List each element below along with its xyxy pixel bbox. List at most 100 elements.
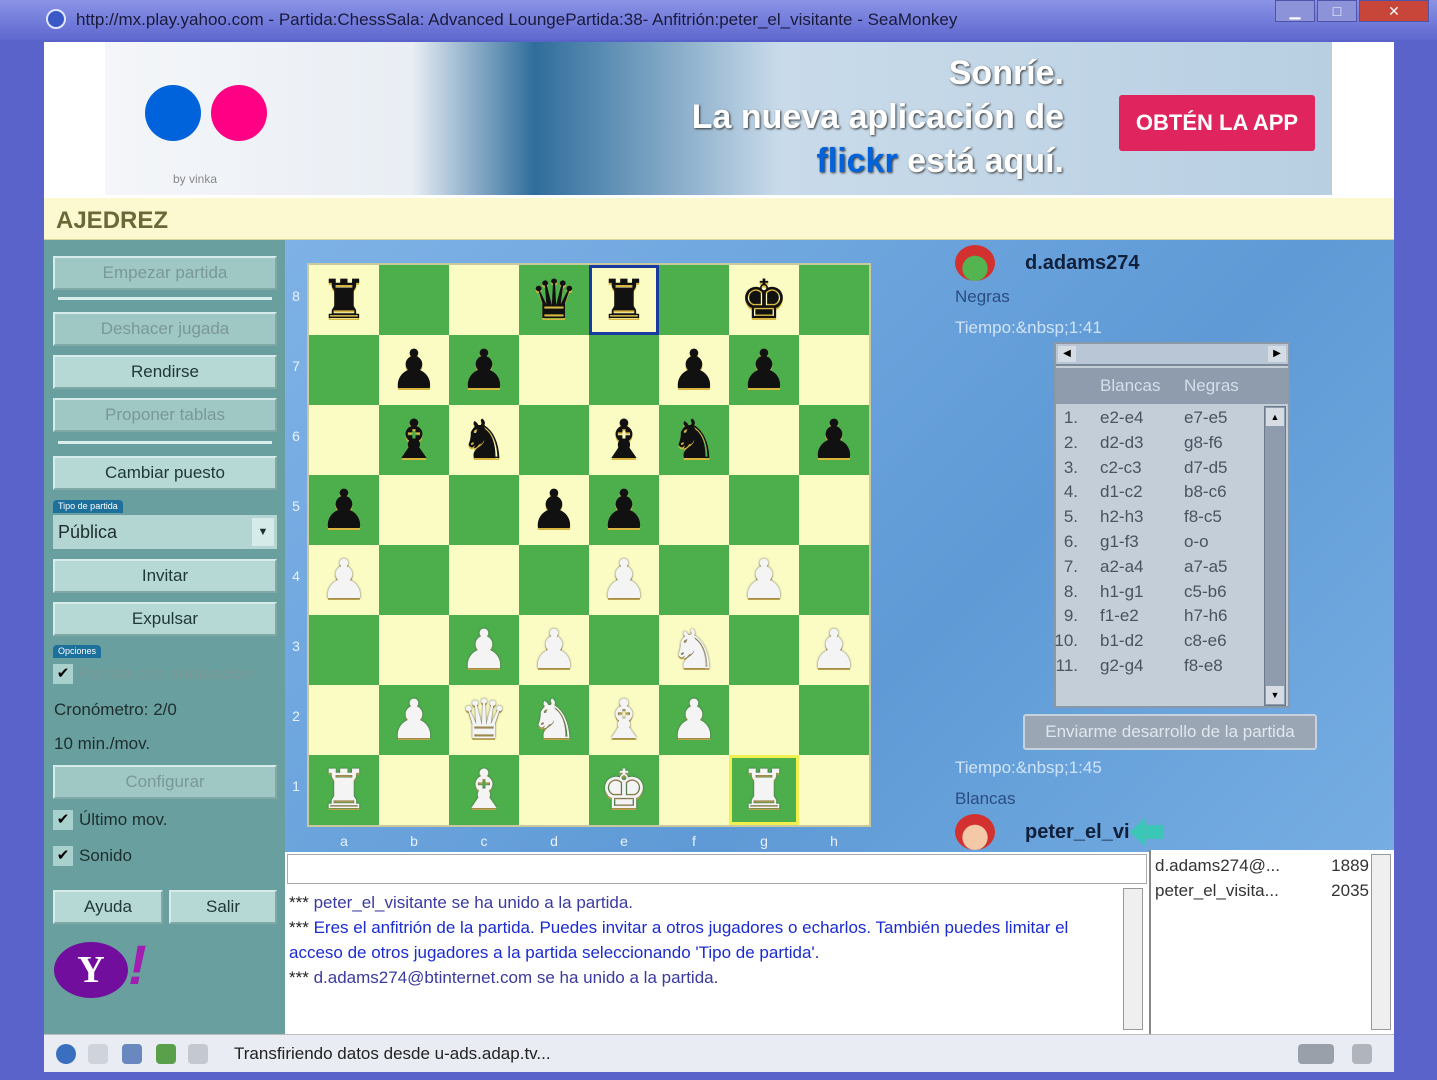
invite-button[interactable]: Invitar — [53, 559, 277, 593]
square-g2[interactable] — [729, 685, 799, 755]
square-f4[interactable] — [659, 545, 729, 615]
square-h3[interactable]: ♟ — [799, 615, 869, 685]
black-knight-icon[interactable]: ♞ — [670, 413, 718, 467]
white-pawn-icon[interactable]: ♟ — [670, 693, 718, 747]
square-d4[interactable] — [519, 545, 589, 615]
offer-draw-button[interactable]: Proponer tablas — [53, 398, 277, 432]
black-pawn-icon[interactable]: ♟ — [670, 343, 718, 397]
square-c7[interactable]: ♟ — [449, 335, 519, 405]
white-pawn-icon[interactable]: ♟ — [740, 553, 788, 607]
black-pawn-icon[interactable]: ♟ — [530, 483, 578, 537]
exit-button[interactable]: Salir — [169, 890, 277, 924]
square-e3[interactable] — [589, 615, 659, 685]
square-e8[interactable]: ♜ — [589, 265, 659, 335]
mail-icon[interactable] — [88, 1044, 108, 1064]
square-b1[interactable] — [379, 755, 449, 825]
rated-checkbox[interactable]: ✔ Partida con puntuación — [53, 664, 253, 684]
user-row[interactable]: d.adams274@... 1889 — [1155, 856, 1375, 880]
square-f6[interactable]: ♞ — [659, 405, 729, 475]
square-b4[interactable] — [379, 545, 449, 615]
white-pawn-icon[interactable]: ♟ — [530, 623, 578, 677]
square-c3[interactable]: ♟ — [449, 615, 519, 685]
chevron-down-icon[interactable]: ▼ — [252, 518, 274, 546]
black-queen-icon[interactable]: ♛ — [530, 273, 578, 327]
square-d2[interactable]: ♞ — [519, 685, 589, 755]
square-h2[interactable] — [799, 685, 869, 755]
square-h4[interactable] — [799, 545, 869, 615]
square-d6[interactable] — [519, 405, 589, 475]
square-h7[interactable] — [799, 335, 869, 405]
email-game-button[interactable]: Enviarme desarrollo de la partida — [1023, 714, 1317, 750]
square-c4[interactable] — [449, 545, 519, 615]
minimize-button[interactable]: ▁ — [1275, 0, 1315, 22]
square-g4[interactable]: ♟ — [729, 545, 799, 615]
square-e5[interactable]: ♟ — [589, 475, 659, 545]
square-g8[interactable]: ♚ — [729, 265, 799, 335]
game-type-select[interactable]: Pública ▼ — [53, 515, 277, 549]
square-e2[interactable]: ♝ — [589, 685, 659, 755]
help-button[interactable]: Ayuda — [53, 890, 163, 924]
square-a2[interactable] — [309, 685, 379, 755]
white-bishop-icon[interactable]: ♝ — [460, 763, 508, 817]
square-c8[interactable] — [449, 265, 519, 335]
square-a7[interactable] — [309, 335, 379, 405]
square-a3[interactable] — [309, 615, 379, 685]
white-rook-icon[interactable]: ♜ — [740, 763, 788, 817]
white-bishop-icon[interactable]: ♝ — [600, 693, 648, 747]
square-g3[interactable] — [729, 615, 799, 685]
kick-button[interactable]: Expulsar — [53, 602, 277, 636]
configure-button[interactable]: Configurar — [53, 765, 277, 799]
black-pawn-icon[interactable]: ♟ — [810, 413, 858, 467]
square-c6[interactable]: ♞ — [449, 405, 519, 475]
white-pawn-icon[interactable]: ♟ — [600, 553, 648, 607]
square-f8[interactable] — [659, 265, 729, 335]
square-a1[interactable]: ♜ — [309, 755, 379, 825]
square-b8[interactable] — [379, 265, 449, 335]
square-d8[interactable]: ♛ — [519, 265, 589, 335]
white-rook-icon[interactable]: ♜ — [320, 763, 368, 817]
square-f7[interactable]: ♟ — [659, 335, 729, 405]
square-h5[interactable] — [799, 475, 869, 545]
chat-scrollbar[interactable] — [1123, 888, 1143, 1030]
black-rook-icon[interactable]: ♜ — [600, 273, 648, 327]
square-e1[interactable]: ♚ — [589, 755, 659, 825]
square-f1[interactable] — [659, 755, 729, 825]
square-b2[interactable]: ♟ — [379, 685, 449, 755]
scroll-right-icon[interactable]: ▶ — [1268, 346, 1286, 362]
square-d5[interactable]: ♟ — [519, 475, 589, 545]
white-pawn-icon[interactable]: ♟ — [810, 623, 858, 677]
square-g7[interactable]: ♟ — [729, 335, 799, 405]
square-e4[interactable]: ♟ — [589, 545, 659, 615]
square-g1[interactable]: ♜ — [729, 755, 799, 825]
address-book-icon[interactable] — [188, 1044, 208, 1064]
scroll-down-icon[interactable]: ▼ — [1266, 686, 1284, 704]
white-pawn-icon[interactable]: ♟ — [460, 623, 508, 677]
square-h8[interactable] — [799, 265, 869, 335]
black-rook-icon[interactable]: ♜ — [320, 273, 368, 327]
square-a8[interactable]: ♜ — [309, 265, 379, 335]
chat-icon[interactable] — [122, 1044, 142, 1064]
black-pawn-icon[interactable]: ♟ — [390, 343, 438, 397]
horizontal-scrollbar[interactable]: ◀ ▶ — [1056, 344, 1288, 366]
black-pawn-icon[interactable]: ♟ — [320, 483, 368, 537]
square-b6[interactable]: ♝ — [379, 405, 449, 475]
user-list-scrollbar[interactable] — [1371, 854, 1391, 1030]
square-h1[interactable] — [799, 755, 869, 825]
white-knight-icon[interactable]: ♞ — [670, 623, 718, 677]
browser-icon[interactable] — [56, 1044, 76, 1064]
black-bishop-icon[interactable]: ♝ — [390, 413, 438, 467]
square-e6[interactable]: ♝ — [589, 405, 659, 475]
black-king-icon[interactable]: ♚ — [740, 273, 788, 327]
square-a4[interactable]: ♟ — [309, 545, 379, 615]
square-e7[interactable] — [589, 335, 659, 405]
chat-input[interactable] — [287, 854, 1147, 884]
chess-board[interactable]: ♜ ♛ ♜ ♚ ♟ ♟ ♟ ♟ ♝ ♞ ♝ ♞ ♟ ♟ ♟ ♟ ♟ ♟ ♟ ♟ ♟ ♞ ♟ ♟ ♛ ♞ ♝ ♟ ♜ ♝ ♚ ♜ — [307, 263, 871, 827]
black-bishop-icon[interactable]: ♝ — [600, 413, 648, 467]
square-a5[interactable]: ♟ — [309, 475, 379, 545]
white-queen-icon[interactable]: ♛ — [460, 693, 508, 747]
square-f2[interactable]: ♟ — [659, 685, 729, 755]
square-c5[interactable] — [449, 475, 519, 545]
undo-move-button[interactable]: Deshacer jugada — [53, 312, 277, 346]
square-d3[interactable]: ♟ — [519, 615, 589, 685]
square-c1[interactable]: ♝ — [449, 755, 519, 825]
